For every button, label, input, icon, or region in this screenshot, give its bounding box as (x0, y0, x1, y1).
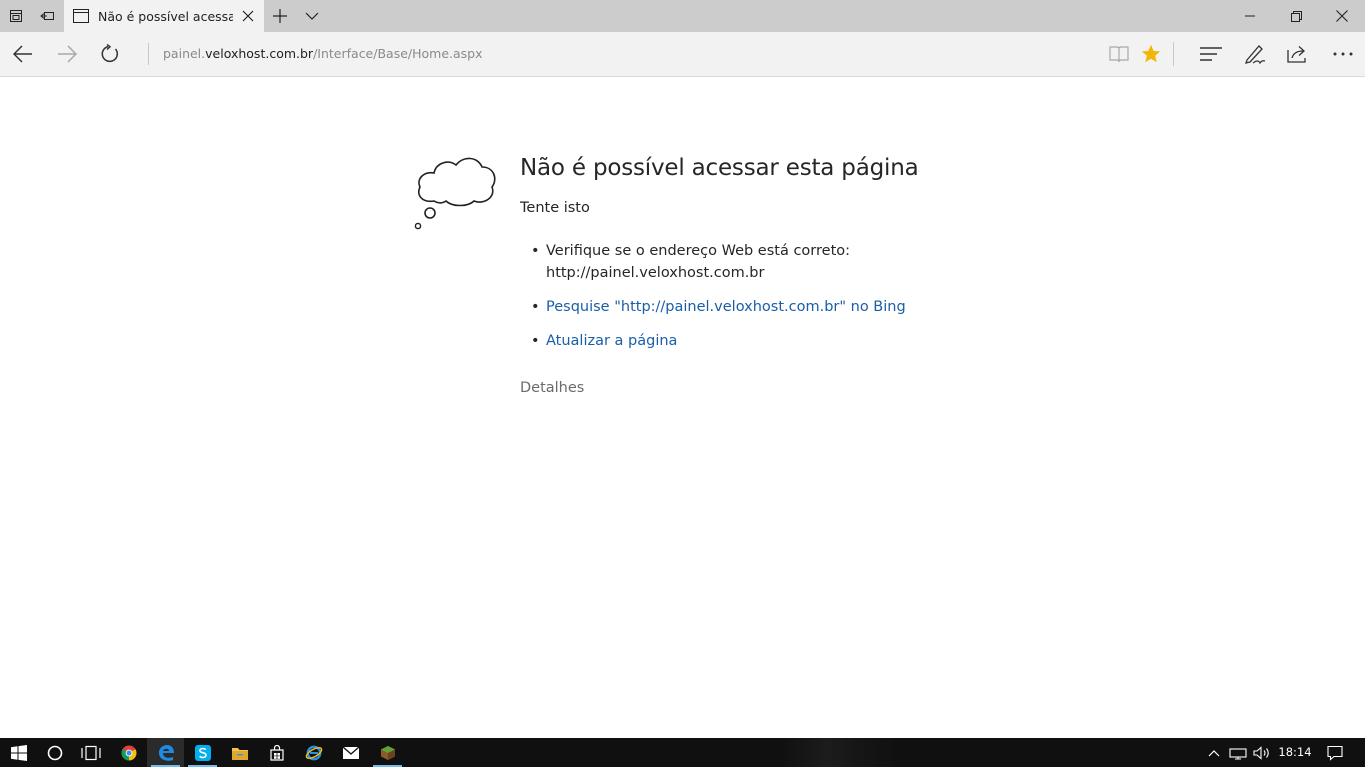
store-icon (269, 744, 284, 761)
network-button[interactable] (1227, 738, 1249, 767)
new-tab-button[interactable] (264, 0, 296, 32)
cortana-search-icon (47, 745, 62, 760)
tab-close-button[interactable] (240, 8, 256, 24)
forward-icon (58, 45, 77, 63)
minimize-icon (1245, 15, 1255, 17)
search-bing-link[interactable]: Pesquise "http://painel.veloxhost.com.br… (546, 299, 906, 315)
url-host: veloxhost.com.br (205, 46, 314, 61)
tab-preview-chevron-icon (305, 12, 319, 20)
check-address-url: http://painel.veloxhost.com.br (546, 265, 765, 281)
start-button[interactable] (0, 738, 37, 767)
restore-tabs-icon (40, 12, 54, 20)
refresh-button[interactable] (88, 34, 132, 74)
action-center-button[interactable] (1322, 738, 1348, 767)
taskbar-app-chrome[interactable] (110, 738, 147, 767)
taskbar-app-edge[interactable] (147, 738, 184, 767)
maximize-icon (1290, 10, 1302, 22)
clock[interactable]: 18:14 (1272, 738, 1318, 767)
network-icon (1229, 747, 1247, 760)
windows-start-icon (10, 744, 27, 761)
mail-icon (342, 746, 359, 759)
check-address-text: Verifique se o endereço Web está correto… (546, 243, 851, 259)
tabs-aside-button[interactable] (0, 0, 32, 32)
favorites-button[interactable] (1129, 34, 1173, 74)
volume-icon (1253, 745, 1269, 760)
show-hidden-icons-button[interactable] (1204, 738, 1224, 767)
error-title: Não é possível acessar esta página (520, 155, 919, 181)
restore-tabs-button[interactable] (32, 0, 64, 32)
edge-icon (158, 744, 174, 761)
address-bar-row: painel.veloxhost.com.br/Interface/Base/H… (0, 32, 1365, 77)
share-button[interactable] (1276, 34, 1320, 74)
taskbar-app-minecraft[interactable] (369, 738, 406, 767)
close-window-button[interactable] (1319, 0, 1365, 32)
reading-view-icon (1109, 46, 1129, 63)
hub-icon (1200, 47, 1222, 61)
minecraft-icon (380, 745, 395, 760)
chrome-icon (121, 745, 136, 760)
tab-bar: Não é possível acessar esta página (0, 0, 1365, 32)
internet-explorer-icon (305, 745, 322, 760)
tab-preview-button[interactable] (296, 0, 328, 32)
task-view-button[interactable] (72, 738, 109, 767)
url-subdomain: painel. (163, 46, 206, 61)
web-note-button[interactable] (1233, 34, 1277, 74)
active-tab[interactable]: Não é possível acessar esta página (64, 0, 264, 32)
web-note-icon (1245, 45, 1266, 64)
back-icon (13, 45, 32, 63)
page-content: Não é possível acessar esta página Tente… (0, 77, 1365, 738)
taskbar-app-mail[interactable] (332, 738, 369, 767)
windows-taskbar: 18:14 (0, 738, 1365, 767)
taskbar-app-skype[interactable] (184, 738, 221, 767)
taskbar-background-shade (780, 738, 900, 767)
more-button[interactable] (1321, 34, 1365, 74)
tab-title: Não é possível acessar esta página (98, 8, 233, 24)
suggestion-list: Verifique se o endereço Web está correto… (531, 240, 931, 364)
maximize-button[interactable] (1273, 0, 1319, 32)
show-hidden-icons-icon (1208, 749, 1220, 756)
back-button[interactable] (1, 34, 45, 74)
page-icon (72, 7, 90, 25)
list-item: Pesquise "http://painel.veloxhost.com.br… (531, 296, 931, 318)
list-item: Verifique se o endereço Web está correto… (531, 240, 931, 284)
minimize-button[interactable] (1227, 0, 1273, 32)
tabs-aside-icon (10, 10, 22, 22)
try-this-heading: Tente isto (520, 200, 590, 216)
toolbar-separator (1173, 42, 1174, 66)
volume-button[interactable] (1251, 738, 1273, 767)
thought-cloud-icon (414, 157, 496, 230)
skype-icon (194, 744, 211, 761)
share-icon (1287, 46, 1306, 63)
taskbar-app-file-explorer[interactable] (221, 738, 258, 767)
list-item: Atualizar a página (531, 330, 931, 352)
task-view-icon (80, 745, 101, 760)
taskbar-app-internet-explorer[interactable] (295, 738, 332, 767)
favorite-star-icon (1141, 44, 1161, 63)
details-toggle[interactable]: Detalhes (520, 380, 584, 396)
close-icon (1336, 10, 1348, 22)
cortana-button[interactable] (36, 738, 73, 767)
refresh-icon (101, 44, 118, 63)
hub-button[interactable] (1189, 34, 1233, 74)
taskbar-app-store[interactable] (258, 738, 295, 767)
refresh-page-link[interactable]: Atualizar a página (546, 333, 677, 349)
action-center-icon (1327, 745, 1343, 761)
more-icon (1333, 52, 1353, 56)
new-tab-icon (273, 9, 287, 23)
url-path: /Interface/Base/Home.aspx (313, 46, 483, 61)
close-icon (242, 10, 254, 22)
address-field[interactable]: painel.veloxhost.com.br/Interface/Base/H… (148, 43, 483, 65)
forward-button[interactable] (45, 34, 89, 74)
file-explorer-icon (231, 747, 248, 760)
